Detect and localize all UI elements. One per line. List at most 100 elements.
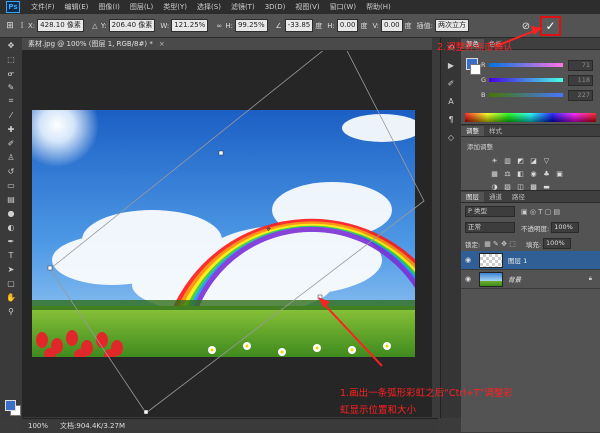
canvas-area[interactable]: ⌖	[22, 51, 432, 417]
menu-image[interactable]: 图像(I)	[93, 2, 125, 12]
vskew-input[interactable]: 0.00	[381, 19, 403, 32]
menu-select[interactable]: 选择(S)	[192, 2, 226, 12]
tab-styles[interactable]: 样式	[484, 126, 507, 136]
layer-kind-filter[interactable]: P 类型	[465, 206, 515, 217]
tab-paths[interactable]: 路径	[507, 192, 530, 202]
vibrance-icon[interactable]: ▽	[541, 155, 552, 166]
transform-bounding-box[interactable]: ⌖	[22, 51, 432, 417]
eyedropper-tool-icon[interactable]: ⁄	[0, 108, 22, 122]
color-panel: R 71 G 118 B 227	[461, 50, 600, 124]
lasso-tool-icon[interactable]: ᓂ	[0, 66, 22, 80]
blend-mode-select[interactable]: 正常	[465, 222, 515, 233]
type-tool-icon[interactable]: T	[0, 248, 22, 262]
path-select-tool-icon[interactable]: ➤	[0, 262, 22, 276]
rotate-icon: ∠	[275, 21, 282, 30]
zoom-tool-icon[interactable]: ⚲	[0, 304, 22, 318]
add-adjustment-label: 添加调整	[467, 143, 493, 151]
pen-tool-icon[interactable]: ✒	[0, 234, 22, 248]
lock-icons[interactable]: ▦ ✎ ✥ ⬚	[484, 240, 516, 248]
dodge-tool-icon[interactable]: ◐	[0, 220, 22, 234]
tool-preset-icon[interactable]: ⁞	[16, 20, 28, 32]
red-value[interactable]: 71	[567, 59, 593, 71]
blur-tool-icon[interactable]: ●	[0, 206, 22, 220]
delta-icon[interactable]: △	[89, 20, 101, 32]
brush-panel-icon[interactable]: ✐	[441, 74, 461, 92]
color-background-swatch[interactable]	[470, 64, 481, 75]
adjust-panel-tabs: 调整 样式	[461, 125, 600, 137]
hand-tool-icon[interactable]: ✋	[0, 290, 22, 304]
width-input[interactable]: 121.25%	[171, 19, 209, 32]
channel-mixer-icon[interactable]: ♣	[541, 168, 552, 179]
eraser-tool-icon[interactable]: ▭	[0, 178, 22, 192]
layer-row-rainbow[interactable]: ◉ 图层 1	[461, 251, 600, 270]
menu-help[interactable]: 帮助(H)	[361, 2, 396, 12]
healing-tool-icon[interactable]: ✚	[0, 122, 22, 136]
shape-tool-icon[interactable]: ▢	[0, 276, 22, 290]
tab-adjustments[interactable]: 调整	[461, 126, 484, 136]
actions-panel-icon[interactable]: ▶	[441, 56, 461, 74]
blue-value[interactable]: 227	[567, 89, 593, 101]
photo-filter-icon[interactable]: ◉	[528, 168, 539, 179]
green-value[interactable]: 118	[567, 74, 593, 86]
adjustments-panel: 调整 样式 添加调整 ☀ ▥ ◩ ◪ ▽ ▦ ⚖ ◧ ◉ ♣ ▣ ◑ ▨ ◫ ▩…	[461, 124, 600, 193]
layer-row-background[interactable]: ◉ 背景 🔒︎	[461, 270, 600, 289]
crop-tool-icon[interactable]: ⌗	[0, 94, 22, 108]
annotation-step-1-line-1: 1.画出一条弧形彩虹之后“Ctrl+T”调整彩	[340, 388, 513, 399]
brightness-icon[interactable]: ☀	[489, 155, 500, 166]
move-tool-icon[interactable]: ✥	[0, 38, 22, 52]
menu-layer[interactable]: 图层(L)	[125, 2, 158, 12]
fill-input[interactable]: 100%	[543, 238, 572, 249]
menu-file[interactable]: 文件(F)	[26, 2, 60, 12]
x-position-input[interactable]: 428.10 像素	[37, 19, 84, 32]
menu-window[interactable]: 窗口(W)	[325, 2, 361, 12]
paragraph-panel-icon[interactable]: ¶	[441, 110, 461, 128]
menu-3d[interactable]: 3D(D)	[260, 3, 291, 11]
status-bar: 100% 文档:904.4K/3.27M	[22, 418, 438, 433]
foreground-color-swatch[interactable]	[5, 400, 16, 411]
menu-view[interactable]: 视图(V)	[290, 2, 324, 12]
menu-edit[interactable]: 编辑(E)	[60, 2, 94, 12]
quick-select-tool-icon[interactable]: ✎	[0, 80, 22, 94]
layer-name[interactable]: 图层 1	[508, 255, 527, 265]
hue-saturation-icon[interactable]: ▦	[489, 168, 500, 179]
opacity-input[interactable]: 100%	[551, 222, 580, 233]
close-document-icon[interactable]: ×	[159, 40, 165, 48]
zoom-level[interactable]: 100%	[22, 422, 54, 430]
height-label: H:	[225, 21, 233, 30]
gradient-tool-icon[interactable]: ▤	[0, 192, 22, 206]
layer-name[interactable]: 背景	[508, 274, 521, 284]
brush-tool-icon[interactable]: ✐	[0, 136, 22, 150]
blue-slider[interactable]	[488, 93, 563, 97]
filter-icons[interactable]: ▣ ◎ T ▢ ▤	[521, 208, 560, 216]
tab-channels[interactable]: 通道	[484, 192, 507, 202]
tool-presets-icon[interactable]: ◇	[441, 128, 461, 146]
y-position-input[interactable]: 206.40 像素	[108, 19, 156, 32]
color-lookup-icon[interactable]: ▣	[554, 168, 565, 179]
link-icon[interactable]: ∞	[213, 20, 225, 32]
tab-layers[interactable]: 图层	[461, 192, 484, 202]
hskew-input[interactable]: 0.00	[336, 19, 359, 32]
stamp-tool-icon[interactable]: ♙	[0, 150, 22, 164]
angle-input[interactable]: -33.85	[284, 19, 314, 32]
cancel-transform-icon[interactable]: ⊘	[520, 20, 532, 32]
curves-icon[interactable]: ◩	[515, 155, 526, 166]
red-slider[interactable]	[488, 63, 563, 67]
document-size: 文档:904.4K/3.27M	[60, 422, 125, 430]
color-balance-icon[interactable]: ⚖	[502, 168, 513, 179]
character-panel-icon[interactable]: A	[441, 92, 461, 110]
menu-filter[interactable]: 滤镜(T)	[226, 2, 260, 12]
exposure-icon[interactable]: ◪	[528, 155, 539, 166]
interpolation-select[interactable]: 两次立方	[435, 19, 469, 32]
visibility-eye-icon[interactable]: ◉	[461, 256, 475, 264]
height-input[interactable]: 99.25%	[234, 19, 268, 32]
levels-icon[interactable]: ▥	[502, 155, 513, 166]
green-slider[interactable]	[488, 78, 563, 82]
visibility-eye-icon[interactable]: ◉	[461, 275, 475, 283]
document-tab-title[interactable]: 素材.jpg @ 100% (图层 1, RGB/8#) *	[22, 39, 159, 49]
black-white-icon[interactable]: ◧	[515, 168, 526, 179]
menu-type[interactable]: 类型(Y)	[158, 2, 192, 12]
history-brush-icon[interactable]: ↺	[0, 164, 22, 178]
marquee-tool-icon[interactable]: ⬚	[0, 52, 22, 66]
commit-transform-button[interactable]: ✓	[540, 16, 561, 36]
reference-point-icon[interactable]: ⊞	[4, 20, 16, 32]
